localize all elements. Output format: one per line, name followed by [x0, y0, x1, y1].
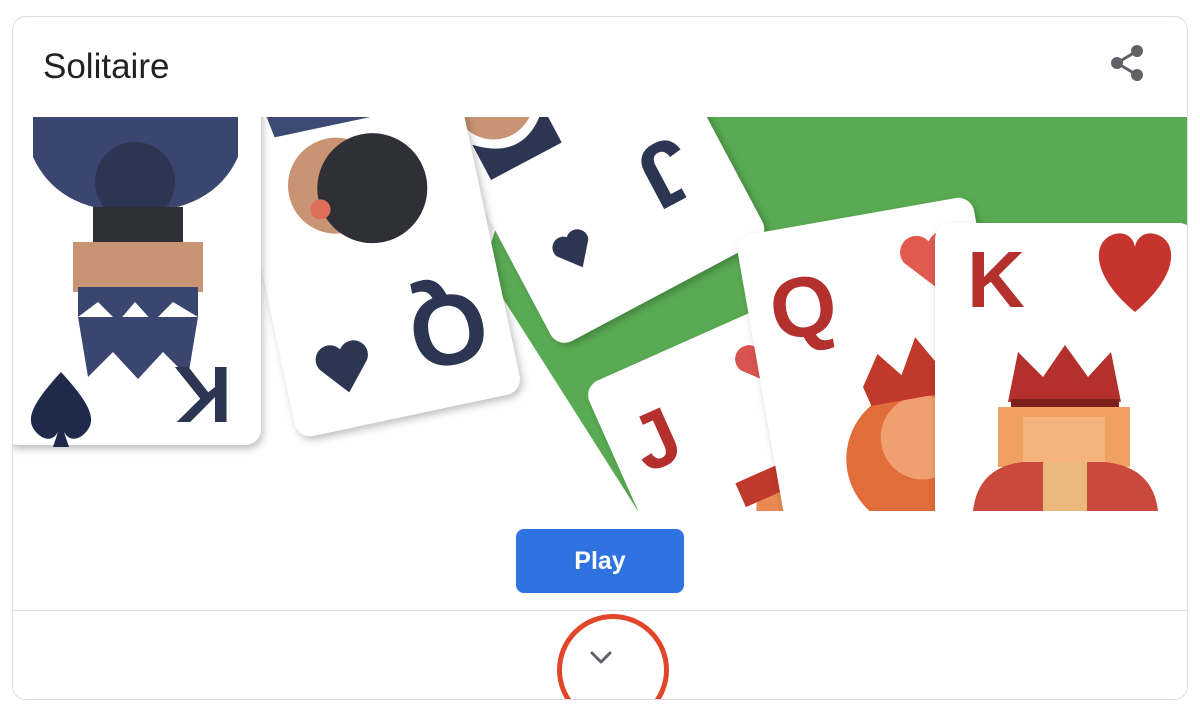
svg-text:K: K	[967, 235, 1025, 324]
share-icon[interactable]	[1105, 41, 1149, 85]
card-king-spades: K	[13, 117, 261, 447]
divider	[13, 610, 1187, 611]
solitaire-card: Solitaire J Q K J Q K Play	[12, 16, 1188, 700]
svg-text:K: K	[174, 350, 232, 439]
play-button[interactable]: Play	[516, 529, 684, 593]
solitaire-hero-image[interactable]: J Q K J Q K	[13, 117, 1187, 511]
card-title: Solitaire	[43, 47, 170, 86]
card-king-hearts: K	[935, 223, 1187, 511]
highlight-circle	[557, 614, 669, 699]
